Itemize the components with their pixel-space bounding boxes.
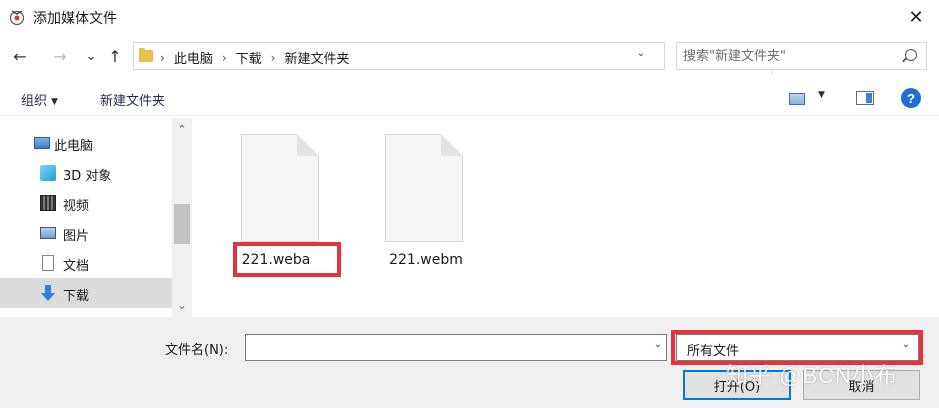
command-toolbar: 组织 ▼ 新建文件夹 ▼ ? (0, 80, 939, 116)
sidebar-item-label: 视频 (63, 199, 90, 214)
open-button[interactable]: 打开(O) (683, 370, 791, 400)
sidebar-item-pictures[interactable]: 图片 (0, 218, 172, 248)
search-box[interactable] (676, 42, 927, 70)
window-title: 添加媒体文件 (33, 11, 117, 27)
filename-combobox[interactable]: ⌄ (245, 334, 667, 361)
breadcrumb-separator[interactable]: › (222, 51, 227, 65)
forward-button[interactable]: → (49, 45, 71, 67)
help-icon[interactable]: ? (901, 88, 921, 108)
app-icon (9, 10, 25, 26)
up-arrow-icon: ↑ (108, 46, 122, 66)
sidebar-item-label: 下载 (63, 289, 90, 304)
sidebar-item-label: 图片 (63, 229, 90, 244)
chevron-up-icon: ⌃ (177, 122, 187, 136)
cube-icon (40, 165, 56, 181)
search-input[interactable] (683, 47, 893, 65)
document-icon (42, 255, 54, 271)
address-row: ← → ⌄ ↑ › 此电脑 › 下载 › 新建文件夹 ⌄ ↻ (0, 36, 939, 76)
video-icon (40, 195, 56, 211)
scrollbar-thumb[interactable] (174, 204, 190, 244)
filename-label: 文件名(N): (165, 343, 229, 358)
sidebar-item-label: 文档 (63, 259, 90, 274)
title-bar: 添加媒体文件 ✕ (0, 0, 939, 34)
breadcrumb-separator[interactable]: › (271, 51, 276, 65)
sidebar-item-label: 3D 对象 (63, 169, 112, 184)
organize-label: 组织 (21, 94, 48, 109)
sidebar-item-downloads[interactable]: 下载 (0, 278, 172, 308)
sidebar-item-3d-objects[interactable]: 3D 对象 (0, 158, 172, 188)
dialog-footer: 文件名(N): ⌄ 所有文件 ⌄ 打开(O) 取消 知乎 @BCN小布 (0, 317, 939, 408)
cancel-button[interactable]: 取消 (803, 370, 920, 400)
download-icon (40, 285, 56, 301)
sidebar-item-this-pc[interactable]: 此电脑 (0, 128, 172, 158)
file-list-view: 221.weba 221.webm (193, 118, 939, 317)
sidebar-item-documents[interactable]: 文档 (0, 248, 172, 278)
file-icon (385, 134, 463, 242)
address-dropdown-icon[interactable]: ⌄ (634, 48, 648, 59)
close-icon: ✕ (908, 6, 924, 28)
pc-icon (34, 137, 50, 149)
chevron-down-icon: ⌄ (177, 298, 187, 312)
organize-button[interactable]: 组织 ▼ (21, 90, 58, 109)
new-folder-label: 新建文件夹 (100, 94, 166, 109)
breadcrumb-new-folder[interactable]: 新建文件夹 (284, 48, 349, 67)
breadcrumb: › 此电脑 › 下载 › 新建文件夹 (160, 48, 349, 68)
breadcrumb-this-pc[interactable]: 此电脑 (174, 48, 213, 67)
highlight-box (233, 242, 341, 277)
file-name: 221.webm (389, 252, 463, 268)
filename-input[interactable] (250, 338, 640, 357)
view-options-icon[interactable] (789, 93, 805, 105)
file-icon (241, 134, 319, 242)
caret-down-icon: ▼ (51, 97, 58, 107)
search-icon[interactable] (905, 49, 917, 61)
address-bar[interactable]: › 此电脑 › 下载 › 新建文件夹 ⌄ ↻ (133, 42, 793, 75)
preview-pane-icon[interactable] (856, 91, 874, 105)
scroll-up-button[interactable]: ⌃ (172, 120, 192, 138)
view-caret-icon[interactable]: ▼ (818, 90, 825, 100)
folder-icon (139, 48, 153, 62)
close-button[interactable]: ✕ (893, 0, 939, 34)
new-folder-button[interactable]: 新建文件夹 (100, 90, 165, 109)
navigation-pane: 此电脑 3D 对象 视频 图片 文档 下载 (0, 118, 192, 317)
highlight-box (671, 330, 923, 365)
back-arrow-icon: ← (13, 46, 27, 66)
back-button[interactable]: ← (9, 45, 31, 67)
forward-arrow-icon: → (53, 46, 67, 66)
sidebar-item-label: 此电脑 (54, 139, 94, 154)
picture-icon (40, 227, 56, 239)
scroll-down-button[interactable]: ⌄ (172, 296, 192, 314)
chevron-down-icon[interactable]: ⌄ (654, 339, 662, 350)
chevron-down-icon: ⌄ (85, 48, 97, 64)
sidebar-scrollbar[interactable]: ⌃ ⌄ (172, 118, 192, 317)
sidebar-item-videos[interactable]: 视频 (0, 188, 172, 218)
breadcrumb-downloads[interactable]: 下载 (236, 48, 262, 67)
up-button[interactable]: ↑ (104, 45, 126, 67)
breadcrumb-separator[interactable]: › (160, 51, 165, 65)
recent-locations-button[interactable]: ⌄ (80, 45, 102, 67)
file-item[interactable]: 221.webm (361, 134, 471, 274)
